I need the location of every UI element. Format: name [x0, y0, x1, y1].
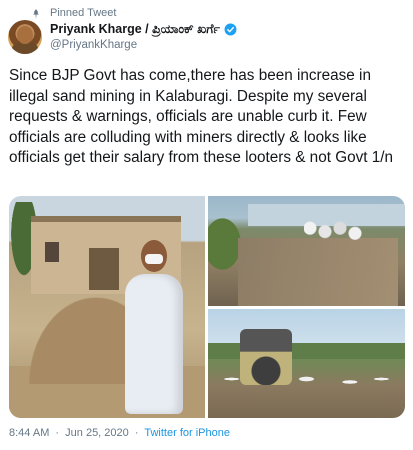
- meta-separator-2: ·: [134, 427, 139, 439]
- tweet-text: Since BJP Govt has come,there has been i…: [9, 66, 405, 169]
- author-display-name[interactable]: Priyank Kharge / ಪ್ರಿಯಾಂಕ್ ಖರ್ಗೆ: [50, 22, 220, 37]
- author-handle[interactable]: @PriyankKharge: [50, 39, 237, 51]
- verified-badge-icon: [224, 23, 237, 36]
- tweet-meta: 8:44 AM · Jun 25, 2020 · Twitter for iPh…: [9, 427, 230, 439]
- tweet-body: Since BJP Govt has come,there has been i…: [9, 67, 394, 166]
- meta-separator: ·: [55, 427, 60, 439]
- author-name-row[interactable]: Priyank Kharge / ಪ್ರಿಯಾಂಕ್ ಖರ್ಗೆ: [50, 22, 237, 37]
- photo-officials-on-road[interactable]: [208, 196, 405, 306]
- photo-tractor-inspection[interactable]: [208, 309, 405, 418]
- tweet-time[interactable]: 8:44 AM: [9, 427, 49, 439]
- tweet-source-link[interactable]: Twitter for iPhone: [144, 427, 230, 439]
- tweet-date[interactable]: Jun 25, 2020: [65, 427, 129, 439]
- pinned-tweet-indicator: Pinned Tweet: [30, 6, 116, 20]
- avatar[interactable]: [8, 20, 42, 54]
- photo-sand-pile-with-man[interactable]: [9, 196, 205, 418]
- author-block: Priyank Kharge / ಪ್ರಿಯಾಂಕ್ ಖರ್ಗೆ @Priyan…: [50, 22, 237, 51]
- tweet-header: Priyank Kharge / ಪ್ರಿಯಾಂಕ್ ಖರ್ಗೆ @Priyan…: [8, 20, 408, 56]
- pinned-label: Pinned Tweet: [50, 7, 117, 19]
- pin-icon: [30, 7, 42, 19]
- tweet-media-grid: [9, 196, 405, 418]
